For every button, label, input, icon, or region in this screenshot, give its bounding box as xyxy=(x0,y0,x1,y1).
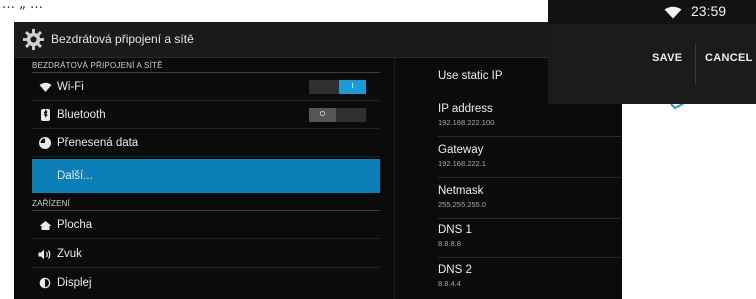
caption-text: … „ … xyxy=(2,0,43,12)
home-icon xyxy=(38,218,52,232)
status-popup: 23:59 SAVE CANCEL Use static IP xyxy=(438,0,756,104)
status-clock: 23:59 xyxy=(691,3,727,19)
bluetooth-toggle[interactable]: O xyxy=(309,108,366,122)
toggle-knob: O xyxy=(309,108,336,122)
field-value: 192.168.222.100 xyxy=(438,118,495,127)
row-divider xyxy=(32,156,380,157)
save-button[interactable]: SAVE xyxy=(652,52,682,64)
settings-item-sound[interactable]: Zvuk xyxy=(32,240,380,268)
field-value: 8.8.4.4 xyxy=(438,279,461,288)
panel-divider xyxy=(394,58,395,299)
settings-item-label: Plocha xyxy=(57,219,93,231)
settings-item-home[interactable]: Plocha xyxy=(32,211,380,239)
row-divider xyxy=(32,267,380,268)
data-usage-icon xyxy=(38,136,52,150)
settings-item-label: Wi-Fi xyxy=(57,81,84,93)
field-divider xyxy=(438,136,622,137)
toggle-knob: I xyxy=(339,80,366,94)
field-divider xyxy=(438,177,622,178)
field-divider xyxy=(438,257,622,258)
bluetooth-icon xyxy=(38,108,52,122)
gateway-field[interactable]: Gateway 192.168.222.1 xyxy=(438,144,622,178)
settings-item-label: Další... xyxy=(57,170,93,182)
settings-item-label: Zvuk xyxy=(57,248,82,260)
netmask-field[interactable]: Netmask 255.255.255.0 xyxy=(438,185,622,219)
wifi-toggle[interactable]: I xyxy=(309,80,366,94)
action-bar: Bezdrátová připojení a sítě xyxy=(14,22,622,58)
settings-item-label: Displej xyxy=(57,277,92,289)
settings-item-display[interactable]: Displej xyxy=(32,269,380,297)
field-label: Netmask xyxy=(438,185,484,197)
section-header-device: ZAŘÍZENÍ xyxy=(32,199,71,208)
settings-item-label: Přenesená data xyxy=(57,137,139,149)
field-label: DNS 2 xyxy=(438,264,472,276)
wifi-signal-icon xyxy=(664,6,682,19)
speaker-icon xyxy=(38,247,52,261)
cancel-button[interactable]: CANCEL xyxy=(705,52,753,64)
field-label: DNS 1 xyxy=(438,224,472,236)
brightness-icon xyxy=(38,276,52,290)
dns2-field[interactable]: DNS 2 8.8.4.4 xyxy=(438,264,622,298)
settings-item-wifi[interactable]: Wi-Fi I xyxy=(32,73,380,101)
checkbox-icon[interactable] xyxy=(670,104,684,109)
settings-screen: Bezdrátová připojení a sítě BEZDRÁTOVÁ P… xyxy=(14,22,622,299)
settings-item-bluetooth[interactable]: Bluetooth O xyxy=(32,101,380,129)
settings-gear-icon[interactable] xyxy=(22,28,45,51)
section-header-wireless: BEZDRÁTOVÁ PŘIPOJENÍ A SÍTĚ xyxy=(32,61,163,70)
row-divider xyxy=(32,238,380,239)
field-label: Gateway xyxy=(438,144,484,156)
field-divider xyxy=(438,218,622,219)
settings-item-label: Bluetooth xyxy=(57,109,106,121)
button-separator xyxy=(695,44,696,84)
white-cutout xyxy=(622,104,756,299)
settings-item-data-usage[interactable]: Přenesená data xyxy=(32,129,380,157)
field-label: IP address xyxy=(438,103,493,115)
dialog-action-bar xyxy=(548,24,756,104)
wifi-icon xyxy=(38,80,52,94)
field-value: 192.168.222.1 xyxy=(438,159,486,168)
field-value: 8.8.8.8 xyxy=(438,239,461,248)
dns1-field[interactable]: DNS 1 8.8.8.8 xyxy=(438,224,622,258)
ip-address-field[interactable]: IP address 192.168.222.100 xyxy=(438,103,622,137)
field-value: 255.255.255.0 xyxy=(438,200,486,209)
settings-list: BEZDRÁTOVÁ PŘIPOJENÍ A SÍTĚ Wi-Fi I Blue… xyxy=(14,58,394,299)
settings-item-more[interactable]: Další... xyxy=(32,159,380,193)
page-title: Bezdrátová připojení a sítě xyxy=(51,32,194,46)
use-static-ip-label: Use static IP xyxy=(438,70,503,82)
